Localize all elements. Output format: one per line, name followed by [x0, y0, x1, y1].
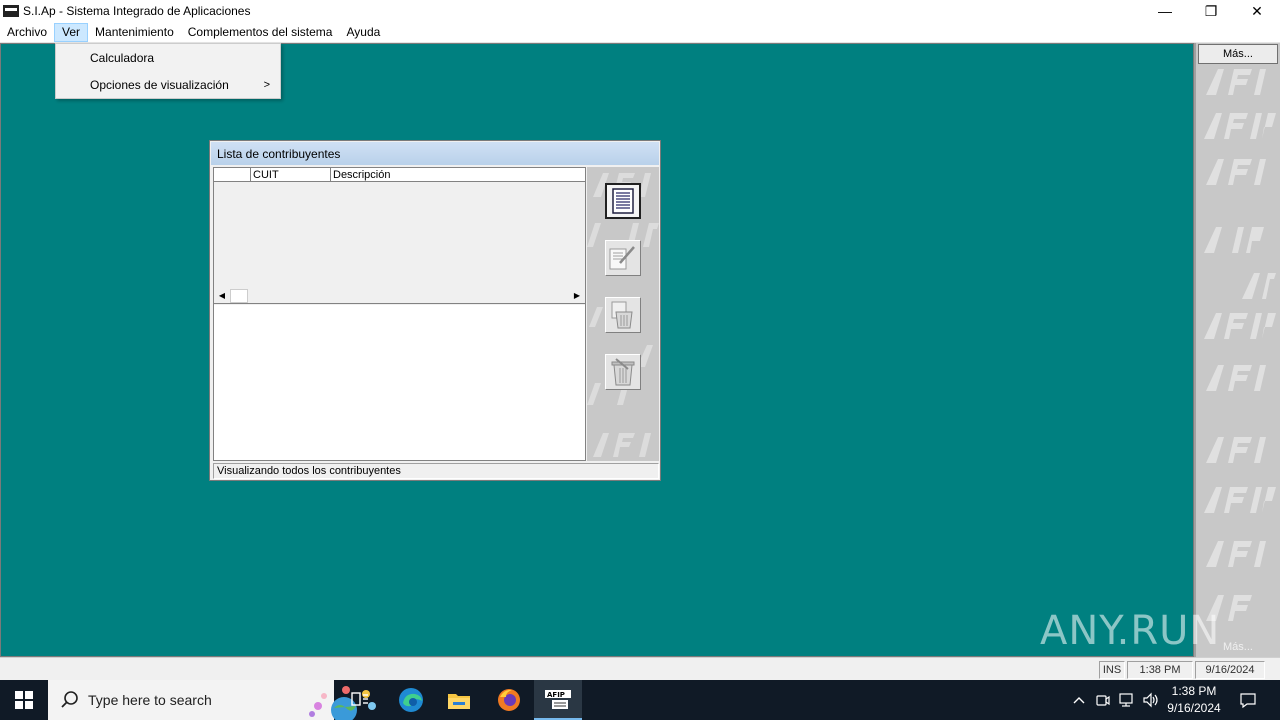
grid-header-cuit[interactable]: CUIT	[251, 168, 331, 182]
delete-contribuyente-button[interactable]	[605, 297, 641, 333]
network-tray-button[interactable]	[1115, 680, 1139, 720]
task-view-button[interactable]	[336, 680, 384, 720]
scroll-left-icon[interactable]: ◀	[215, 289, 229, 303]
contribuyentes-window: Lista de contribuyentes CUIT Descripción…	[209, 140, 661, 481]
siap-taskbar-button[interactable]: AFIP	[534, 680, 582, 720]
task-view-icon	[351, 692, 368, 706]
menu-item-calculadora-label: Calculadora	[90, 51, 155, 65]
notifications-button[interactable]	[1232, 680, 1264, 720]
trash-document-icon	[611, 301, 633, 329]
grid-horizontal-scrollbar[interactable]: ◀ ▶	[214, 288, 585, 304]
close-button[interactable]: ✕	[1234, 0, 1280, 22]
menu-item-opciones-visualizacion[interactable]: Opciones de visualización >	[56, 73, 280, 97]
taskbar-search-box[interactable]: Type here to search	[48, 680, 376, 720]
network-icon	[1119, 693, 1133, 707]
afip-logo-watermark	[1206, 69, 1266, 95]
search-icon	[61, 691, 78, 708]
afip-logo-watermark	[1204, 227, 1264, 253]
afip-logo-watermark	[1206, 365, 1266, 391]
afip-app-icon	[3, 5, 19, 17]
afip-logo-watermark	[1204, 487, 1276, 513]
afip-logo-watermark	[1242, 273, 1276, 299]
windows-logo-icon	[15, 691, 33, 709]
clock-time: 1:38 PM	[1171, 684, 1217, 698]
ver-dropdown-menu: Calculadora Opciones de visualización >	[55, 43, 281, 99]
taskbar-clock[interactable]: 1:38 PM 9/16/2024	[1162, 683, 1226, 717]
afip-logo-watermark	[1206, 159, 1266, 185]
grid-header: CUIT Descripción	[214, 168, 585, 182]
view-list-button[interactable]	[605, 183, 641, 219]
afip-logo-watermark	[1206, 437, 1266, 463]
start-button[interactable]	[0, 680, 48, 720]
tool-panel	[587, 167, 659, 461]
file-explorer-taskbar-button[interactable]	[435, 680, 483, 720]
trash-icon	[611, 358, 635, 386]
edge-icon	[399, 688, 423, 712]
window-titlebar: S.I.Ap - Sistema Integrado de Aplicacion…	[0, 0, 1280, 22]
contribuyentes-grid[interactable]: CUIT Descripción ◀ ▶	[213, 167, 586, 461]
menu-ver[interactable]: Ver	[54, 22, 89, 42]
afip-app-icon: AFIP	[545, 690, 571, 709]
menu-item-calculadora[interactable]: Calculadora	[56, 46, 280, 70]
right-sidebar: Más... Más...	[1194, 43, 1280, 657]
menu-ayuda[interactable]: Ayuda	[339, 23, 387, 42]
edit-contribuyente-button[interactable]	[605, 240, 641, 276]
camera-icon	[1096, 695, 1110, 706]
menu-bar: Archivo Ver Mantenimiento Complementos d…	[0, 22, 1280, 43]
purge-button[interactable]	[605, 354, 641, 390]
edit-document-icon	[609, 246, 635, 270]
edge-taskbar-button[interactable]	[387, 680, 435, 720]
window-controls: — ❐ ✕	[1142, 0, 1280, 22]
scroll-right-icon[interactable]: ▶	[570, 289, 584, 303]
submenu-arrow-icon: >	[263, 79, 270, 91]
grid-header-descripcion[interactable]: Descripción	[331, 168, 585, 182]
mas-button-top[interactable]: Más...	[1198, 44, 1278, 64]
contribuyentes-window-title[interactable]: Lista de contribuyentes	[211, 142, 659, 165]
scroll-thumb[interactable]	[230, 289, 248, 303]
maximize-button[interactable]: ❐	[1188, 0, 1234, 22]
folder-icon	[448, 694, 470, 709]
notification-icon	[1240, 693, 1256, 708]
menu-complementos[interactable]: Complementos del sistema	[181, 23, 340, 42]
windows-taskbar: Type here to search AFIP 1:38 PM 9/16/20…	[0, 680, 1280, 720]
search-placeholder: Type here to search	[88, 692, 212, 708]
firefox-icon	[498, 689, 520, 711]
contribuyente-detail-area	[214, 305, 585, 460]
speaker-icon	[1143, 692, 1158, 708]
afip-logo-watermark	[1204, 113, 1276, 139]
meet-now-tray-button[interactable]	[1092, 680, 1114, 720]
window-title: S.I.Ap - Sistema Integrado de Aplicacion…	[23, 4, 251, 18]
tray-overflow-button[interactable]	[1068, 680, 1090, 720]
firefox-taskbar-button[interactable]	[485, 680, 533, 720]
svg-text:AFIP: AFIP	[547, 691, 565, 699]
grid-header-selector[interactable]	[214, 168, 251, 182]
chevron-up-icon	[1073, 697, 1085, 704]
afip-logo-watermark	[1204, 313, 1276, 339]
menu-mantenimiento[interactable]: Mantenimiento	[88, 23, 181, 42]
clock-date: 9/16/2024	[1167, 701, 1221, 715]
minimize-button[interactable]: —	[1142, 0, 1188, 22]
menu-archivo[interactable]: Archivo	[0, 23, 54, 42]
afip-logo-watermark	[1206, 541, 1266, 567]
menu-item-opciones-label: Opciones de visualización	[90, 78, 229, 92]
contribuyentes-status-bar: Visualizando todos los contribuyentes	[213, 463, 659, 479]
document-list-icon	[612, 188, 634, 214]
anyrun-watermark: ANY.RUN	[1040, 608, 1221, 654]
volume-tray-button[interactable]	[1140, 680, 1162, 720]
